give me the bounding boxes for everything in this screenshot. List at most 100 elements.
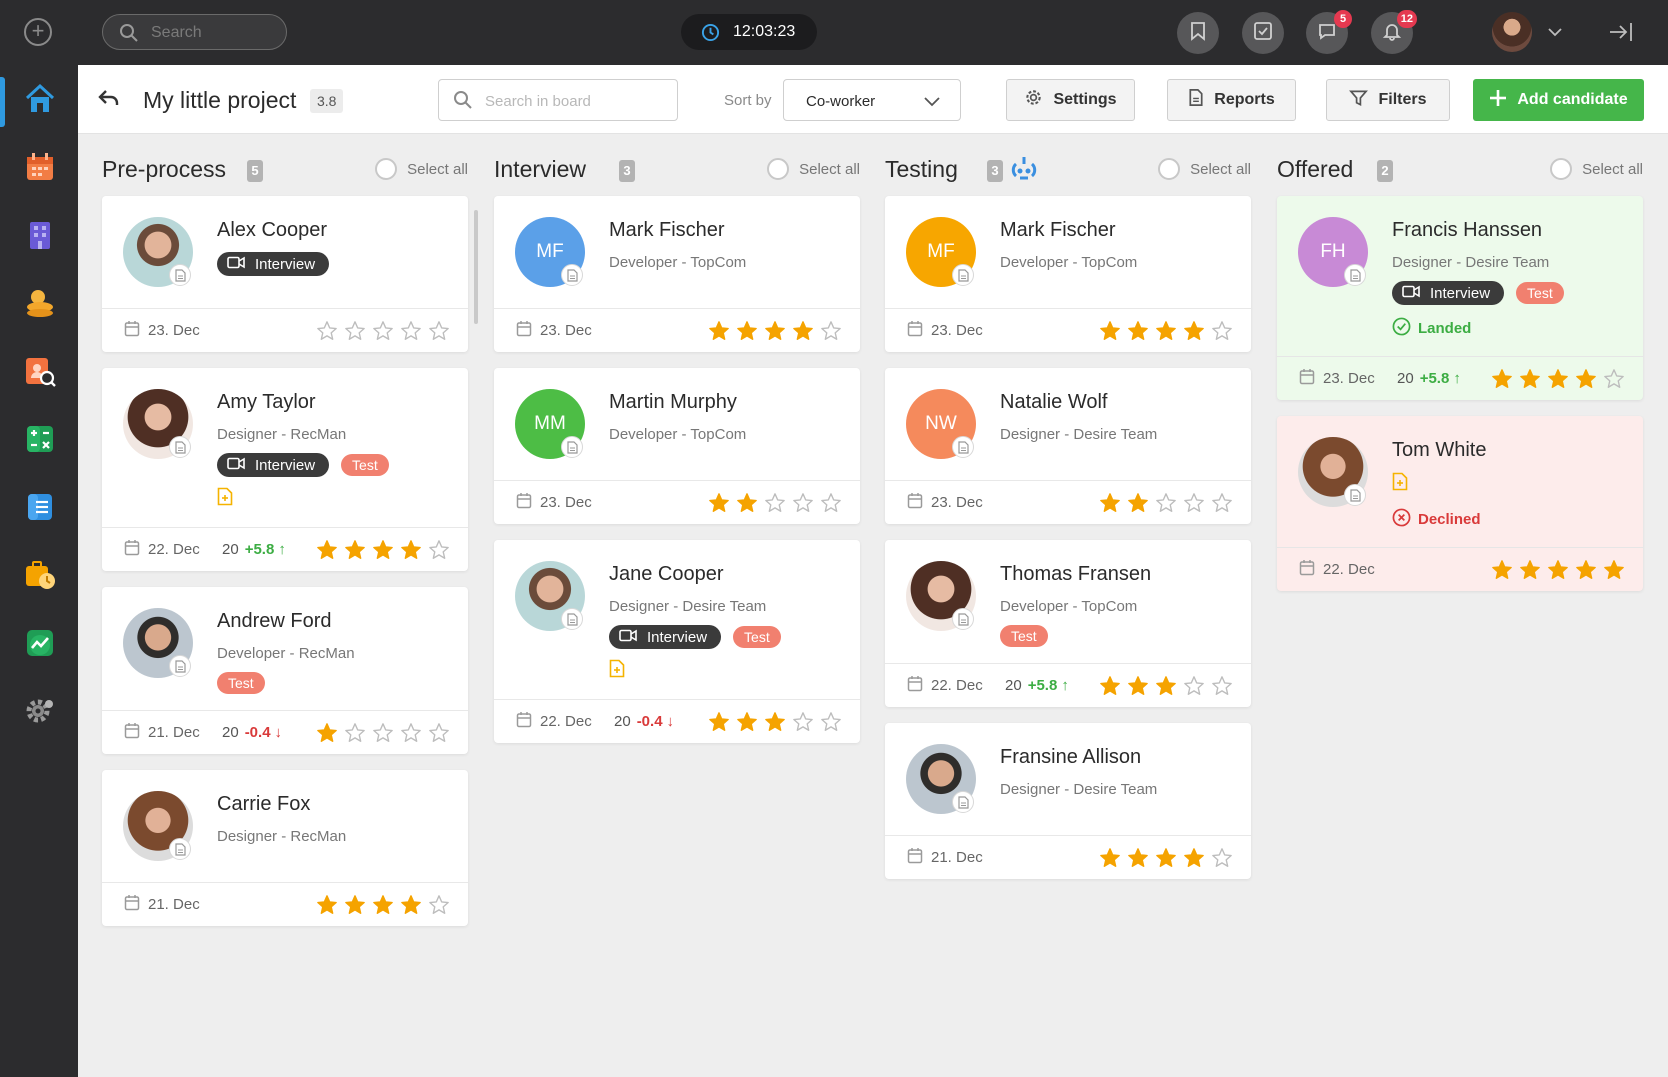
select-all-radio[interactable] xyxy=(767,158,790,180)
star-filled-icon[interactable] xyxy=(344,539,366,561)
star-rating[interactable] xyxy=(316,722,450,744)
cv-document-icon[interactable] xyxy=(169,436,191,458)
star-filled-icon[interactable] xyxy=(1183,320,1205,342)
star-filled-icon[interactable] xyxy=(1547,368,1569,390)
cv-document-icon[interactable] xyxy=(952,436,974,458)
star-filled-icon[interactable] xyxy=(1127,675,1149,697)
candidate-card[interactable]: NW Natalie Wolf Designer - Desire Team 23. … xyxy=(885,368,1251,524)
cv-document-icon[interactable] xyxy=(952,791,974,813)
star-filled-icon[interactable] xyxy=(1155,847,1177,869)
star-filled-icon[interactable] xyxy=(736,711,758,733)
candidate-name[interactable]: Andrew Ford xyxy=(217,610,448,633)
candidate-card[interactable]: Tom White Declined 22. Dec xyxy=(1277,416,1643,591)
star-empty-icon[interactable] xyxy=(820,492,842,514)
star-filled-icon[interactable] xyxy=(1603,559,1625,581)
star-filled-icon[interactable] xyxy=(372,894,394,916)
star-empty-icon[interactable] xyxy=(344,722,366,744)
candidate-name[interactable]: Amy Taylor xyxy=(217,391,448,414)
star-empty-icon[interactable] xyxy=(372,320,394,342)
sidebar-item-home[interactable] xyxy=(20,81,60,121)
star-rating[interactable] xyxy=(1491,559,1625,581)
star-empty-icon[interactable] xyxy=(400,320,422,342)
star-filled-icon[interactable] xyxy=(1099,320,1121,342)
cv-document-icon[interactable] xyxy=(169,838,191,860)
star-filled-icon[interactable] xyxy=(708,711,730,733)
star-rating[interactable] xyxy=(1099,492,1233,514)
sidebar-item-documents[interactable] xyxy=(20,489,60,529)
star-filled-icon[interactable] xyxy=(1099,492,1121,514)
cv-document-icon[interactable] xyxy=(169,655,191,677)
candidate-card[interactable]: MF Mark Fischer Developer - TopCom 23. Dec xyxy=(494,196,860,352)
star-rating[interactable] xyxy=(316,894,450,916)
star-empty-icon[interactable] xyxy=(344,320,366,342)
interview-tag[interactable]: Interview xyxy=(217,453,330,477)
star-filled-icon[interactable] xyxy=(316,722,338,744)
add-candidate-button[interactable]: Add candidate xyxy=(1473,79,1644,121)
collapse-panel-icon[interactable] xyxy=(1608,20,1634,49)
candidate-card[interactable]: Thomas Fransen Developer - TopCom Test 22. … xyxy=(885,540,1251,707)
star-filled-icon[interactable] xyxy=(400,894,422,916)
candidate-name[interactable]: Martin Murphy xyxy=(609,391,840,414)
column-scrollbar[interactable] xyxy=(474,210,478,324)
sidebar-item-settings[interactable] xyxy=(20,693,60,733)
reports-button[interactable]: Reports xyxy=(1167,79,1296,121)
star-filled-icon[interactable] xyxy=(1519,368,1541,390)
sidebar-item-time-tracking[interactable] xyxy=(20,557,60,597)
interview-tag[interactable]: Interview xyxy=(609,625,722,649)
candidate-name[interactable]: Mark Fischer xyxy=(609,219,840,242)
star-filled-icon[interactable] xyxy=(316,539,338,561)
star-filled-icon[interactable] xyxy=(316,894,338,916)
interview-tag[interactable]: Interview xyxy=(217,252,330,276)
cv-document-icon[interactable] xyxy=(561,608,583,630)
star-filled-icon[interactable] xyxy=(708,320,730,342)
star-filled-icon[interactable] xyxy=(736,492,758,514)
select-all-toggle[interactable]: Select all xyxy=(767,158,860,180)
star-empty-icon[interactable] xyxy=(400,722,422,744)
select-all-toggle[interactable]: Select all xyxy=(1550,158,1643,180)
star-filled-icon[interactable] xyxy=(736,320,758,342)
star-empty-icon[interactable] xyxy=(764,492,786,514)
messages-button[interactable]: 5 xyxy=(1306,10,1352,54)
star-empty-icon[interactable] xyxy=(372,722,394,744)
star-filled-icon[interactable] xyxy=(1127,320,1149,342)
star-empty-icon[interactable] xyxy=(428,722,450,744)
star-empty-icon[interactable] xyxy=(428,894,450,916)
candidate-name[interactable]: Natalie Wolf xyxy=(1000,391,1231,414)
sidebar-item-calendar[interactable] xyxy=(20,149,60,189)
star-filled-icon[interactable] xyxy=(1127,492,1149,514)
star-empty-icon[interactable] xyxy=(1211,675,1233,697)
test-tag[interactable]: Test xyxy=(733,626,781,648)
star-filled-icon[interactable] xyxy=(1519,559,1541,581)
star-rating[interactable] xyxy=(1099,675,1233,697)
test-tag[interactable]: Test xyxy=(1516,282,1564,304)
star-empty-icon[interactable] xyxy=(792,711,814,733)
sidebar-item-calculator[interactable] xyxy=(20,421,60,461)
candidate-card[interactable]: Carrie Fox Designer - RecMan 21. Dec xyxy=(102,770,468,926)
star-empty-icon[interactable] xyxy=(1155,492,1177,514)
star-filled-icon[interactable] xyxy=(1155,675,1177,697)
candidate-name[interactable]: Francis Hanssen xyxy=(1392,219,1623,242)
candidate-card[interactable]: Alex Cooper Interview 23. Dec xyxy=(102,196,468,352)
interview-tag[interactable]: Interview xyxy=(1392,281,1505,305)
star-empty-icon[interactable] xyxy=(316,320,338,342)
select-all-toggle[interactable]: Select all xyxy=(375,158,468,180)
candidate-card[interactable]: Fransine Allison Designer - Desire Team 21… xyxy=(885,723,1251,879)
robot-icon[interactable] xyxy=(1009,154,1039,187)
star-filled-icon[interactable] xyxy=(1127,847,1149,869)
add-new-icon[interactable]: + xyxy=(24,18,52,46)
bookmark-button[interactable] xyxy=(1177,12,1219,54)
candidate-name[interactable]: Fransine Allison xyxy=(1000,746,1231,769)
test-tag[interactable]: Test xyxy=(1000,625,1048,647)
settings-button[interactable]: Settings xyxy=(1006,79,1135,121)
candidate-name[interactable]: Jane Cooper xyxy=(609,563,840,586)
star-filled-icon[interactable] xyxy=(764,320,786,342)
star-filled-icon[interactable] xyxy=(1491,368,1513,390)
star-filled-icon[interactable] xyxy=(372,539,394,561)
star-empty-icon[interactable] xyxy=(1211,492,1233,514)
star-rating[interactable] xyxy=(708,492,842,514)
star-filled-icon[interactable] xyxy=(764,711,786,733)
star-rating[interactable] xyxy=(708,320,842,342)
candidate-card[interactable]: MM Martin Murphy Developer - TopCom 23. Dec xyxy=(494,368,860,524)
star-empty-icon[interactable] xyxy=(820,711,842,733)
user-avatar[interactable] xyxy=(1492,12,1532,52)
